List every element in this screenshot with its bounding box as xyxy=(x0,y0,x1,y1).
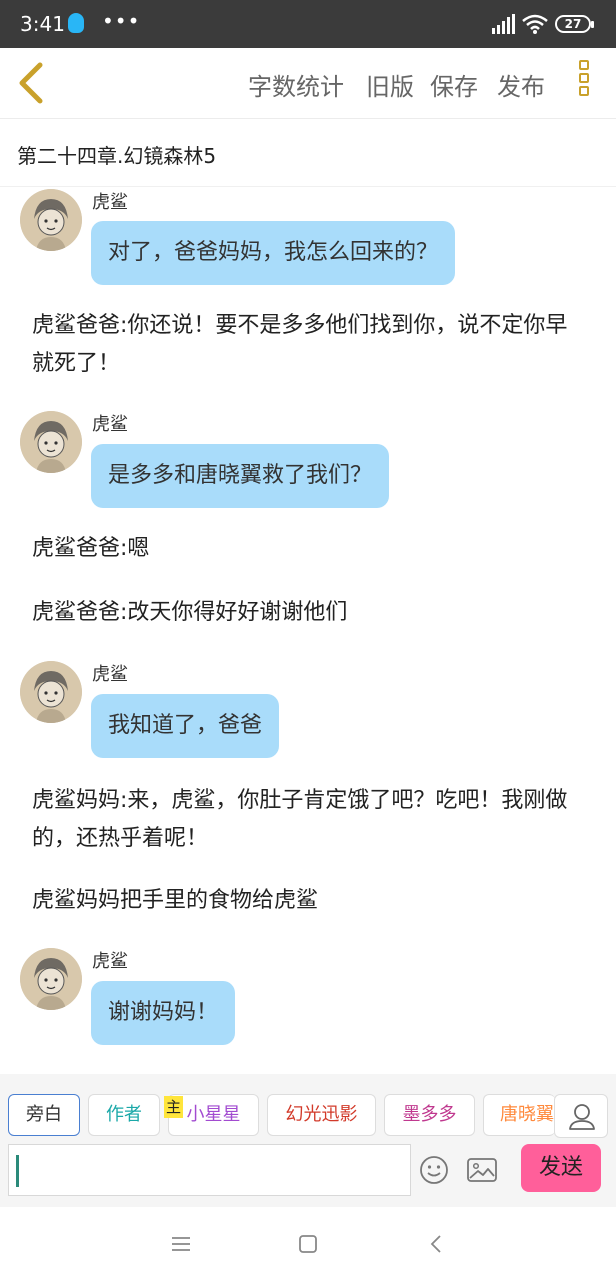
more-notifications-icon: ••• xyxy=(102,9,141,33)
character-portrait-icon xyxy=(20,411,82,473)
more-menu-icon[interactable] xyxy=(570,60,598,106)
qq-icon xyxy=(68,13,84,33)
sender-name: 虎鲨 xyxy=(92,414,128,435)
character-portrait-icon xyxy=(20,189,82,251)
character-portrait-icon xyxy=(20,948,82,1010)
image-icon[interactable] xyxy=(466,1156,498,1184)
character-chip-label: 作者 xyxy=(106,1104,142,1125)
back-arrow-icon[interactable] xyxy=(12,61,52,105)
avatar[interactable] xyxy=(20,661,82,723)
send-button[interactable]: 发送 xyxy=(521,1144,601,1192)
message-input[interactable] xyxy=(8,1144,411,1196)
status-time: 3:41 xyxy=(20,12,65,36)
character-chip-label: 幻光迅影 xyxy=(285,1104,358,1125)
chat-bubble[interactable]: 是多多和唐晓翼救了我们？ xyxy=(91,444,390,508)
main-character-badge: 主 xyxy=(164,1096,183,1118)
publish-button[interactable]: 发布 xyxy=(497,67,545,102)
back-icon[interactable] xyxy=(425,1232,449,1256)
system-nav-bar xyxy=(0,1207,616,1280)
character-portrait-icon xyxy=(20,661,82,723)
narration-text[interactable]: 虎鲨爸爸:嗯 xyxy=(32,530,587,568)
battery-icon: 27 xyxy=(555,15,594,33)
word-count-button[interactable]: 字数统计 xyxy=(248,67,344,102)
status-bar: 3:41 ••• 27 xyxy=(0,0,616,48)
character-chip-label: 小星星 xyxy=(186,1104,241,1125)
narration-text[interactable]: 虎鲨妈妈:来，虎鲨，你肚子肯定饿了吧？吃吧！我刚做的，还热乎着呢！ xyxy=(32,782,587,858)
narration-text[interactable]: 虎鲨爸爸:改天你得好好谢谢他们 xyxy=(32,594,587,632)
character-chip-huanguangxunying[interactable]: 幻光迅影 xyxy=(267,1094,376,1136)
add-character-button[interactable] xyxy=(554,1094,608,1138)
composer-panel: 旁白 作者 小星星 主 幻光迅影 墨多多 唐晓翼 发送 xyxy=(0,1074,616,1207)
character-chip-narrator[interactable]: 旁白 xyxy=(8,1094,80,1136)
avatar[interactable] xyxy=(20,411,82,473)
chat-bubble[interactable]: 我知道了，爸爸 xyxy=(91,694,280,758)
avatar[interactable] xyxy=(20,948,82,1010)
narration-text[interactable]: 虎鲨爸爸:你还说！要不是多多他们找到你，说不定你早就死了！ xyxy=(32,307,587,383)
signal-icon xyxy=(492,14,515,34)
character-chip-label: 唐晓翼 xyxy=(500,1104,554,1125)
text-caret xyxy=(16,1155,19,1187)
home-icon[interactable] xyxy=(296,1232,320,1256)
chapter-title: 第二十四章.幻镜森林5 xyxy=(17,144,217,168)
character-chip-tangxiaoyi[interactable]: 唐晓翼 xyxy=(483,1094,555,1136)
person-icon xyxy=(569,1104,595,1130)
character-chip-author[interactable]: 作者 xyxy=(88,1094,160,1136)
old-version-button[interactable]: 旧版 xyxy=(366,67,414,102)
character-chip-label: 墨多多 xyxy=(402,1104,457,1125)
character-chip-label: 旁白 xyxy=(26,1104,62,1125)
character-chip-moduoduo[interactable]: 墨多多 xyxy=(384,1094,475,1136)
sender-name: 虎鲨 xyxy=(92,192,128,213)
divider xyxy=(0,186,616,187)
sender-name: 虎鲨 xyxy=(92,951,128,972)
save-button[interactable]: 保存 xyxy=(430,67,478,102)
wifi-icon xyxy=(522,14,548,34)
chat-bubble[interactable]: 谢谢妈妈！ xyxy=(91,981,236,1045)
emoji-icon[interactable] xyxy=(419,1155,449,1185)
narration-text[interactable]: 虎鲨妈妈把手里的食物给虎鲨 xyxy=(32,882,587,920)
menu-icon[interactable] xyxy=(169,1232,193,1256)
sender-name: 虎鲨 xyxy=(92,664,128,685)
avatar[interactable] xyxy=(20,189,82,251)
editor-toolbar: 字数统计 旧版 保存 发布 xyxy=(0,48,616,119)
chat-bubble[interactable]: 对了，爸爸妈妈，我怎么回来的？ xyxy=(91,221,456,285)
